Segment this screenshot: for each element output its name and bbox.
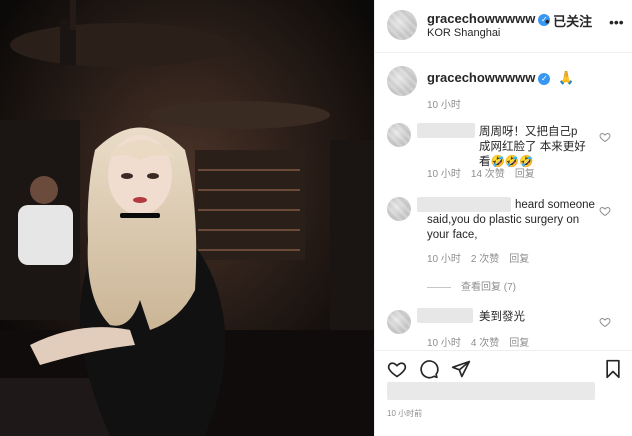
follow-status[interactable]: • 已关注 [545,11,592,30]
author-avatar[interactable] [387,10,417,40]
dot-separator: • [545,14,554,29]
header-divider [375,52,632,53]
comment-likes[interactable]: 4 次赞 [471,338,499,349]
photo-illustration [0,0,374,436]
caption-time[interactable]: 10 小时 [427,96,461,111]
post-detail-panel: gracechowwwww ✓ • 已关注 KOR Shanghai ••• gr… [374,0,632,436]
instagram-post-window: gracechowwwww ✓ • 已关注 KOR Shanghai ••• gr… [0,0,632,436]
comment-meta: 10 小时 2 次赞 回复 [427,250,539,265]
comment-avatar[interactable] [387,197,411,221]
comment-like-icon[interactable] [599,316,611,328]
comment-like-icon[interactable] [599,205,611,217]
caption-text: 🙏 [558,70,575,85]
post-timestamp[interactable]: 10 小时前 [387,408,422,419]
author-username[interactable]: gracechowwwww ✓ [427,11,551,26]
comment-avatar[interactable] [387,123,411,147]
comment-text: 周周呀！又把自己p成网红脸了 本来更好看🤣🤣🤣 [479,126,586,168]
comment-likes[interactable]: 14 次赞 [471,169,505,180]
heart-icon[interactable] [387,359,407,379]
comment-text: heard someone said,you do plastic surger… [427,199,595,241]
caption-avatar[interactable] [387,66,417,96]
more-options-icon[interactable]: ••• [609,14,624,30]
reply-button[interactable]: 回复 [509,338,529,349]
comment-time[interactable]: 10 小时 [427,338,461,349]
comment-text: 美到發光 [479,311,525,323]
redacted-likes-summary [387,382,595,400]
comment-likes[interactable]: 2 次赞 [471,254,499,265]
verified-badge-icon: ✓ [538,72,551,85]
comment-meta: 10 小时 4 次赞 回复 [427,334,539,349]
comment-time[interactable]: 10 小时 [427,169,461,180]
comment-like-icon[interactable] [599,131,611,143]
view-replies-button[interactable]: 查看回复 (7) [427,278,516,293]
reply-button[interactable]: 回复 [515,169,535,180]
comment-avatar[interactable] [387,310,411,334]
redacted-username [417,308,473,323]
post-location[interactable]: KOR Shanghai [427,27,500,39]
bookmark-icon[interactable] [603,359,623,379]
follow-button[interactable]: 已关注 [553,14,592,29]
share-icon[interactable] [451,359,471,379]
post-photo[interactable] [0,0,374,436]
actions-divider [375,350,632,351]
reply-button[interactable]: 回复 [509,254,529,265]
comment-icon[interactable] [419,359,439,379]
caption-username[interactable]: gracechowwwww ✓ 🙏 [427,70,574,86]
comment-time[interactable]: 10 小时 [427,254,461,265]
redacted-username [417,123,475,138]
comment-meta: 10 小时 14 次赞 回复 [427,165,545,180]
